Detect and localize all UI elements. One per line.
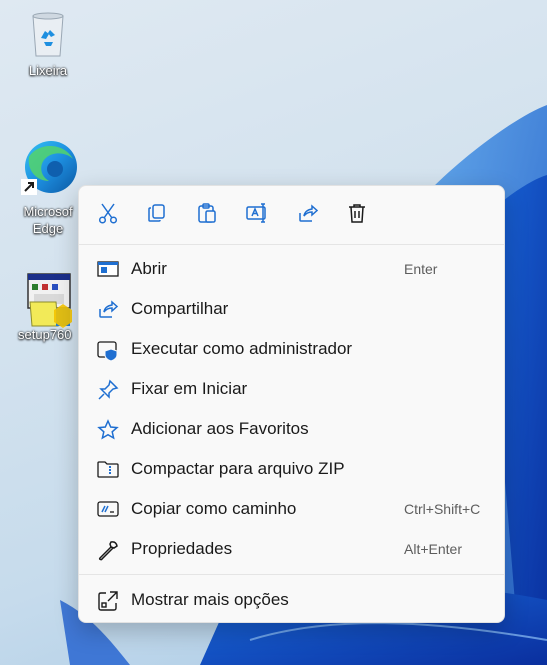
cut-icon (97, 202, 119, 229)
menu-item-label: Copiar como caminho (131, 499, 297, 518)
edge-icon (21, 137, 77, 201)
pin-icon (97, 379, 119, 400)
rename-icon (245, 202, 269, 229)
menu-item-open[interactable]: Abrir Enter (83, 251, 500, 287)
menu-item-label: Compactar para arquivo ZIP (131, 459, 345, 478)
menu-item-compress-zip[interactable]: Compactar para arquivo ZIP (83, 451, 500, 487)
menu-item-label: Abrir (131, 259, 167, 278)
menu-item-label: Compartilhar (131, 299, 229, 318)
desktop-icon-label: Lixeira (28, 63, 68, 78)
star-icon (97, 419, 119, 440)
menu-item-shortcut: Enter (404, 261, 438, 277)
menu-item-pin-to-start[interactable]: Fixar em Iniciar (83, 371, 500, 407)
desktop-icon-recycle-bin[interactable]: Lixeira (12, 8, 84, 79)
menu-item-shortcut: Alt+Enter (404, 541, 462, 557)
paste-icon (196, 202, 218, 229)
menu-item-share[interactable]: Compartilhar (83, 291, 500, 327)
menu-item-label: Adicionar aos Favoritos (131, 419, 309, 438)
copy-icon (146, 202, 168, 229)
context-menu: Abrir Enter Compartilhar Executar como a… (78, 185, 505, 623)
menu-separator (79, 574, 504, 575)
desktop-icon-label: Microsof Edge (23, 204, 73, 236)
menu-item-label: Mostrar mais opções (131, 590, 289, 609)
share-icon (97, 299, 119, 319)
more-options-icon (97, 590, 118, 611)
wrench-icon (97, 539, 118, 561)
zip-folder-icon (97, 459, 119, 479)
menu-item-label: Fixar em Iniciar (131, 379, 248, 398)
menu-separator (79, 244, 504, 245)
menu-item-show-more-options[interactable]: Mostrar mais opções (83, 582, 500, 618)
recycle-bin-icon (24, 8, 72, 60)
delete-button[interactable] (343, 201, 371, 229)
menu-item-add-to-favorites[interactable]: Adicionar aos Favoritos (83, 411, 500, 447)
share-icon (296, 202, 319, 229)
menu-item-label: Executar como administrador (131, 339, 353, 358)
copy-button[interactable] (143, 201, 171, 229)
desktop-icon-edge[interactable]: Microsof Edge (12, 137, 84, 237)
cut-button[interactable] (94, 201, 122, 229)
menu-item-label: Propriedades (131, 539, 233, 558)
context-menu-toolbar (79, 186, 504, 244)
admin-shield-icon (97, 339, 118, 362)
menu-item-run-as-admin[interactable]: Executar como administrador (83, 331, 500, 367)
rename-button[interactable] (243, 201, 271, 229)
menu-item-properties[interactable]: Propriedades Alt+Enter (83, 531, 500, 567)
open-icon (97, 259, 119, 279)
menu-item-copy-as-path[interactable]: Copiar como caminho Ctrl+Shift+C (83, 491, 500, 527)
share-button[interactable] (293, 201, 321, 229)
delete-icon (346, 202, 368, 229)
menu-item-shortcut: Ctrl+Shift+C (404, 501, 481, 517)
installer-icon (22, 272, 72, 328)
copy-path-icon (97, 499, 119, 519)
desktop-icon-setup[interactable]: setup760 (10, 272, 82, 343)
paste-button[interactable] (193, 201, 221, 229)
